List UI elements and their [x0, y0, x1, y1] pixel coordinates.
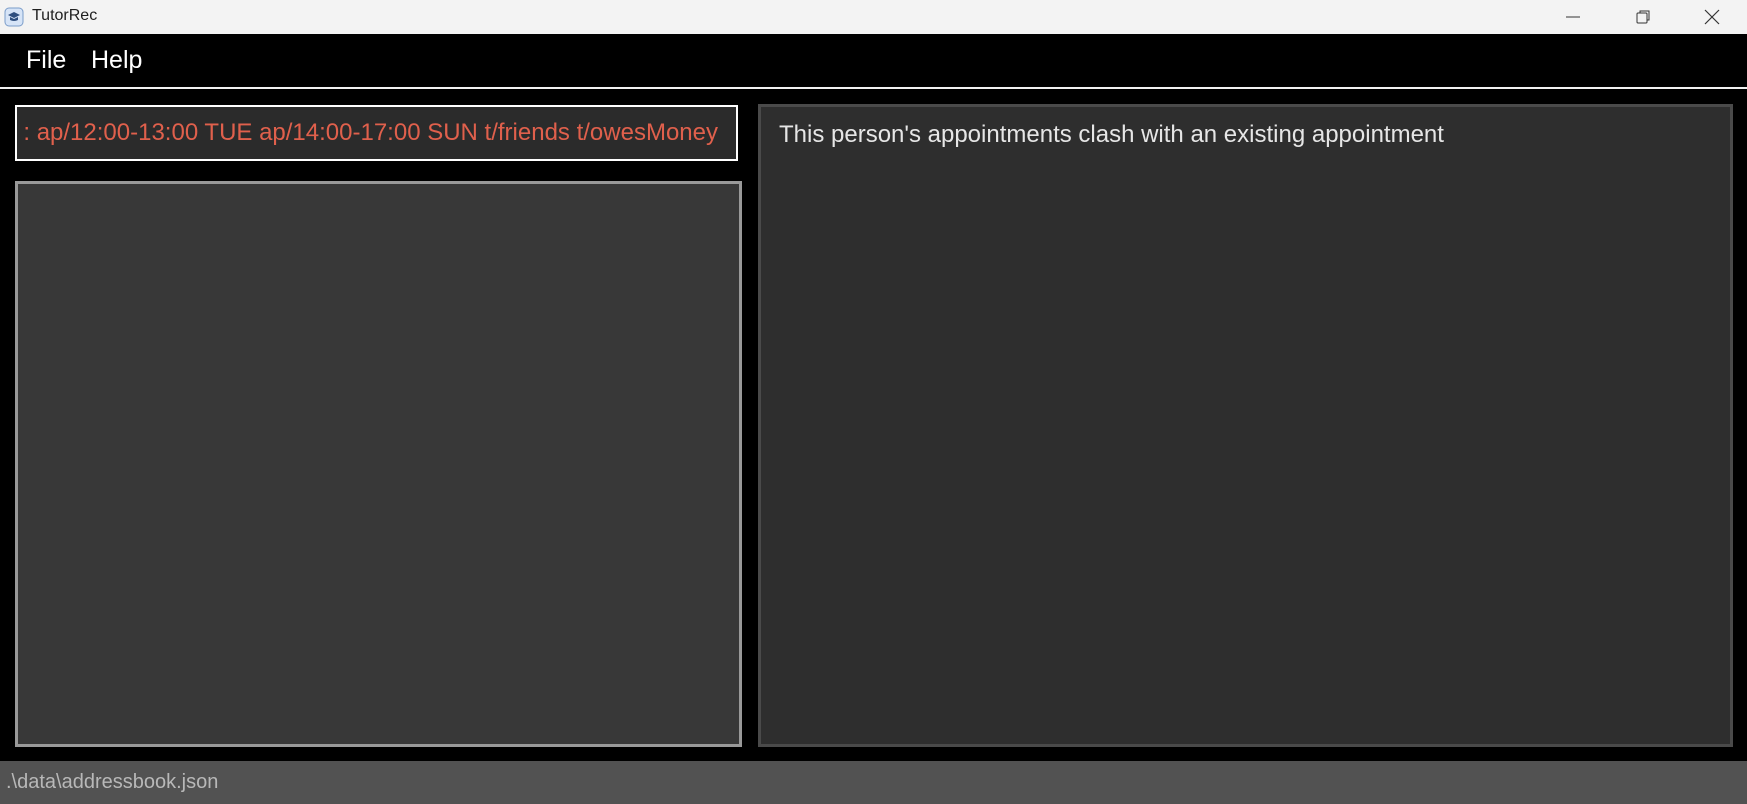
- menu-bar: File Help: [0, 34, 1747, 87]
- title-bar[interactable]: TutorRec: [0, 0, 1747, 34]
- menu-help[interactable]: Help: [91, 46, 142, 75]
- minimize-button[interactable]: [1538, 0, 1608, 34]
- tutorrec-app-icon: [4, 7, 24, 27]
- status-bar: .\data\addressbook.json: [0, 761, 1747, 804]
- command-input[interactable]: : ap/12:00-13:00 TUE ap/14:00-17:00 SUN …: [15, 105, 738, 161]
- result-message: This person's appointments clash with an…: [779, 121, 1444, 148]
- status-file-path: .\data\addressbook.json: [6, 771, 219, 793]
- command-input-text[interactable]: : ap/12:00-13:00 TUE ap/14:00-17:00 SUN …: [23, 119, 718, 147]
- app-window: TutorRec File Help : ap/12:00-13:00 TUE …: [0, 0, 1747, 804]
- person-list-panel[interactable]: [15, 181, 742, 747]
- menu-divider: [0, 87, 1747, 89]
- result-display[interactable]: This person's appointments clash with an…: [758, 104, 1733, 747]
- close-icon: [1704, 9, 1720, 25]
- restore-icon: [1636, 10, 1650, 24]
- restore-button[interactable]: [1608, 0, 1678, 34]
- window-title: TutorRec: [32, 7, 98, 24]
- minimize-icon: [1566, 16, 1580, 18]
- menu-file[interactable]: File: [26, 46, 66, 75]
- close-button[interactable]: [1677, 0, 1747, 34]
